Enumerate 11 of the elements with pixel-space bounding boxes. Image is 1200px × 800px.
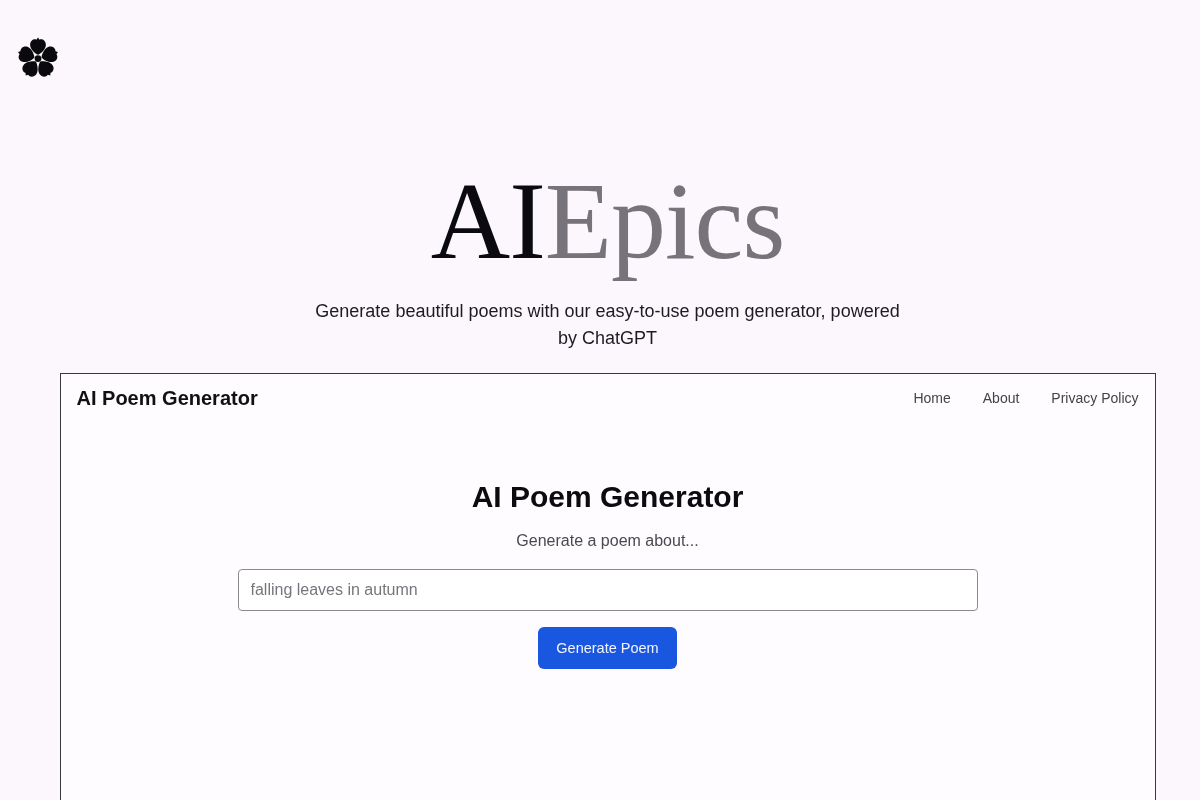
prompt-text: Generate a poem about... <box>516 532 699 550</box>
nav-link[interactable]: About <box>982 390 1020 406</box>
nav-link[interactable]: Home <box>913 390 951 406</box>
tagline: Generate beautiful poems with our easy-to-use poem generator, powered by ChatGPT <box>314 300 901 350</box>
generate-poem-button[interactable]: Generate Poem <box>538 627 677 669</box>
nav-link[interactable]: Privacy Policy <box>1051 390 1139 406</box>
flower-logo-icon <box>17 37 59 79</box>
site-logo: AIEpics <box>430 159 785 284</box>
topic-input-field[interactable]: falling leaves in autumn <box>237 569 978 611</box>
app-title: AI Poem Generator <box>76 386 258 410</box>
page-heading: AI Poem Generator <box>471 480 744 514</box>
